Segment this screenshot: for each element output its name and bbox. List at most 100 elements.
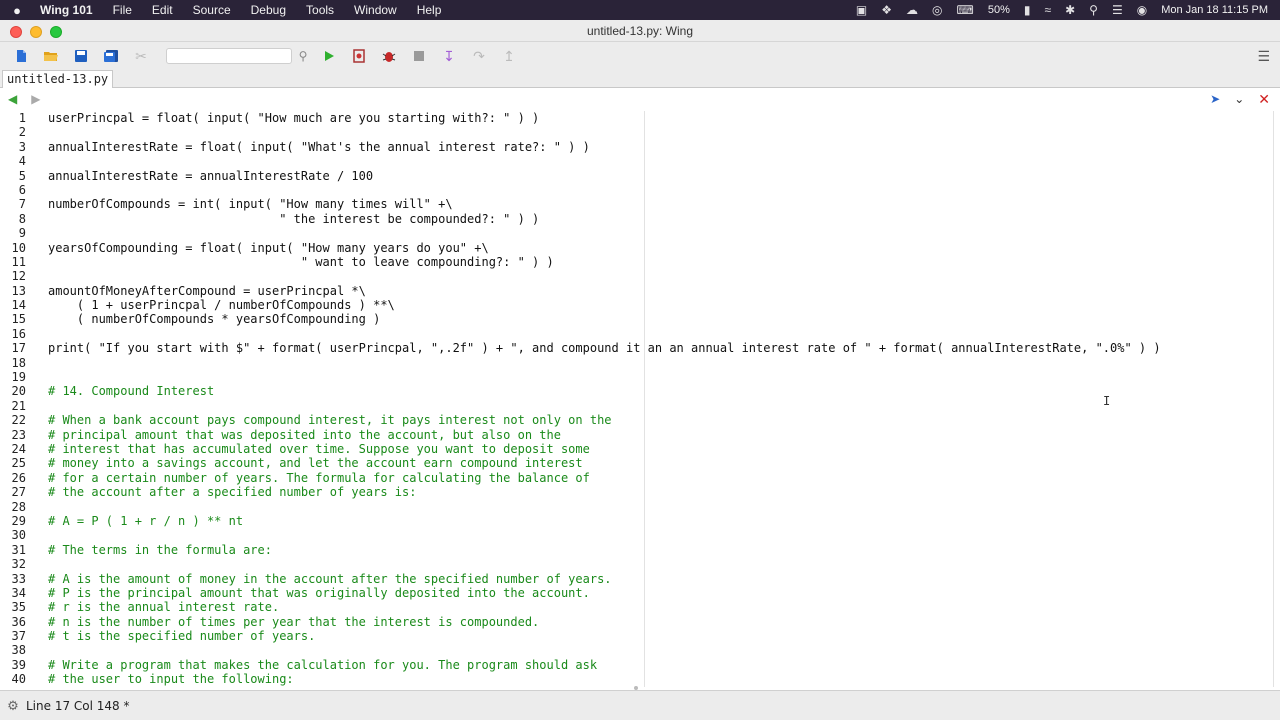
back-arrow-icon[interactable]: ◀ [8, 92, 17, 106]
comment-line[interactable]: # Write a program that makes the calcula… [48, 658, 1280, 672]
toolbar-search-input[interactable] [166, 48, 292, 64]
code-line[interactable] [48, 154, 1280, 168]
menu-debug[interactable]: Debug [241, 0, 296, 20]
line-number: 20 [11, 384, 26, 399]
menu-clock[interactable]: Mon Jan 18 11:15 PM [1161, 4, 1268, 16]
code-line[interactable] [48, 327, 1280, 341]
apple-icon[interactable]: ● [0, 3, 34, 18]
menu-window[interactable]: Window [344, 0, 407, 20]
new-file-button[interactable] [6, 44, 36, 68]
step-into-button[interactable]: ↧ [434, 44, 464, 68]
comment-line[interactable]: # money into a savings account, and let … [48, 456, 1280, 470]
comment-line[interactable]: # r is the annual interest rate. [48, 600, 1280, 614]
siri-icon[interactable]: ◉ [1137, 3, 1147, 17]
code-line[interactable]: ( 1 + userPrincpal / numberOfCompounds )… [48, 298, 1280, 312]
comment-line[interactable]: # A = P ( 1 + r / n ) ** nt [48, 514, 1280, 528]
battery-percent[interactable]: 50% [988, 4, 1010, 16]
code-line[interactable]: userPrincpal = float( input( "How much a… [48, 111, 1280, 125]
line-number: 36 [11, 614, 26, 629]
document-stop-icon [353, 49, 365, 63]
wifi-icon[interactable]: ≈ [1044, 3, 1051, 17]
step-out-button[interactable]: ↥ [494, 44, 524, 68]
comment-line[interactable]: # the user to input the following: [48, 672, 1280, 686]
save-button[interactable] [66, 44, 96, 68]
line-number: 38 [11, 643, 26, 658]
line-number: 29 [11, 513, 26, 528]
code-line[interactable]: yearsOfCompounding = float( input( "How … [48, 241, 1280, 255]
code-line[interactable] [48, 269, 1280, 283]
battery-icon[interactable]: ▮ [1024, 3, 1031, 17]
tab-untitled-13[interactable]: untitled-13.py [2, 70, 114, 88]
comment-line[interactable]: # for a certain number of years. The for… [48, 471, 1280, 485]
dropbox-icon[interactable]: ❖ [881, 3, 892, 17]
code-line[interactable]: " want to leave compounding?: " ) ) [48, 255, 1280, 269]
menu-help[interactable]: Help [407, 0, 452, 20]
screen-record-icon[interactable]: ▣ [856, 3, 867, 17]
open-file-button[interactable] [36, 44, 66, 68]
comment-line[interactable]: # When a bank account pays compound inte… [48, 413, 1280, 427]
menu-edit[interactable]: Edit [142, 0, 183, 20]
zoom-window-button[interactable] [50, 26, 62, 38]
comment-line[interactable]: # the account after a specified number o… [48, 485, 1280, 499]
step-over-button[interactable]: ↷ [464, 44, 494, 68]
save-all-button[interactable] [96, 44, 126, 68]
bluetooth-icon[interactable]: ✱ [1065, 3, 1075, 17]
comment-line[interactable]: # A is the amount of money in the accoun… [48, 572, 1280, 586]
comment-line[interactable] [48, 643, 1280, 657]
code-line[interactable]: " the interest be compounded?: " ) ) [48, 212, 1280, 226]
comment-line[interactable]: # n is the number of times per year that… [48, 615, 1280, 629]
close-window-button[interactable] [10, 26, 22, 38]
stop-record-button[interactable] [344, 44, 374, 68]
code-editor[interactable]: 1 2 3 4 5 6 7 8 9 10 11 12 13 14 15 16 17 18 19 20 21 22 23 24 2… [0, 111, 1280, 687]
menu-app-name[interactable]: Wing 101 [34, 0, 103, 20]
comment-line[interactable] [48, 528, 1280, 542]
cloud-icon[interactable]: ☁ [906, 3, 918, 17]
menu-source[interactable]: Source [183, 0, 241, 20]
chevron-down-icon[interactable]: ⌄ [1234, 92, 1244, 106]
code-line[interactable]: numberOfCompounds = int( input( "How man… [48, 197, 1280, 211]
save-all-icon [104, 50, 118, 62]
code-line[interactable] [48, 226, 1280, 240]
comment-line[interactable]: # The terms in the formula are: [48, 543, 1280, 557]
close-tab-icon[interactable]: ✕ [1258, 91, 1270, 108]
airdrop-icon[interactable]: ◎ [932, 3, 942, 17]
gear-icon[interactable]: ⚙ [2, 698, 24, 714]
stop-button[interactable] [404, 44, 434, 68]
line-number-gutter: 1 2 3 4 5 6 7 8 9 10 11 12 13 14 15 16 17 18 19 20 21 22 23 24 2… [0, 111, 36, 687]
bug-icon [382, 52, 396, 62]
options-menu-icon[interactable]: ☰ [1257, 48, 1270, 65]
debug-button[interactable] [374, 44, 404, 68]
code-line[interactable]: amountOfMoneyAfterCompound = userPrincpa… [48, 284, 1280, 298]
code-line[interactable]: annualInterestRate = float( input( "What… [48, 140, 1280, 154]
run-button[interactable] [314, 44, 344, 68]
keyboard-icon[interactable]: ⌨ [957, 3, 974, 17]
comment-line[interactable] [48, 557, 1280, 571]
code-area[interactable]: userPrincpal = float( input( "How much a… [48, 111, 1280, 687]
comment-line[interactable]: # interest that has accumulated over tim… [48, 442, 1280, 456]
code-line[interactable]: print( "If you start with $" + format( u… [48, 341, 1280, 355]
minimize-window-button[interactable] [30, 26, 42, 38]
menu-tools[interactable]: Tools [296, 0, 344, 20]
code-line[interactable]: annualInterestRate = annualInterestRate … [48, 169, 1280, 183]
line-number: 14 [11, 298, 26, 313]
menu-file[interactable]: File [103, 0, 142, 20]
comment-line[interactable] [48, 500, 1280, 514]
code-line[interactable]: ( numberOfCompounds * yearsOfCompounding… [48, 312, 1280, 326]
vertical-scrollbar[interactable] [1273, 111, 1274, 687]
control-center-icon[interactable]: ☰ [1112, 3, 1123, 17]
comment-line[interactable]: # principal amount that was deposited in… [48, 428, 1280, 442]
pin-icon[interactable]: ➤ [1210, 92, 1220, 106]
search-icon[interactable]: ⚲ [292, 49, 314, 63]
code-line[interactable] [48, 183, 1280, 197]
comment-line[interactable]: # P is the principal amount that was ori… [48, 586, 1280, 600]
code-line[interactable] [48, 370, 1280, 384]
line-number: 1 [18, 111, 26, 125]
spotlight-search-icon[interactable]: ⚲ [1089, 3, 1098, 17]
comment-line[interactable]: # 14. Compound Interest [48, 384, 1280, 398]
code-line[interactable] [48, 125, 1280, 139]
cut-button[interactable]: ✂ [126, 44, 156, 68]
code-line[interactable] [48, 356, 1280, 370]
comment-line[interactable] [48, 399, 1280, 413]
comment-line[interactable]: # t is the specified number of years. [48, 629, 1280, 643]
forward-arrow-icon[interactable]: ▶ [31, 92, 40, 106]
